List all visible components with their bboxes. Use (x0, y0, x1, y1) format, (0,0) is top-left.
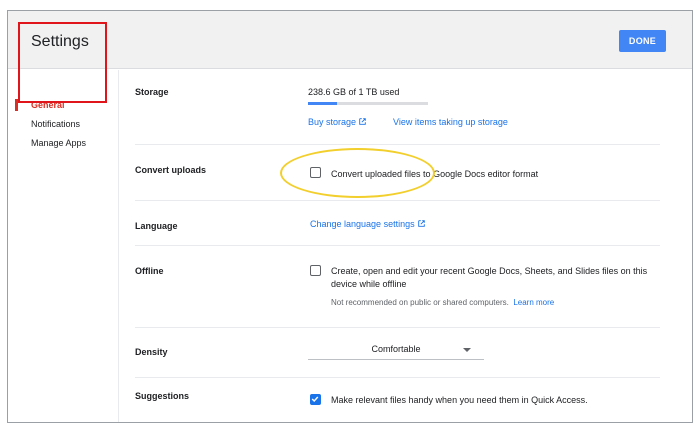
settings-window: Settings DONE General Notifications Mana… (7, 10, 693, 423)
content-divider (118, 70, 119, 422)
offline-checkbox[interactable] (310, 265, 321, 276)
density-label: Density (135, 347, 168, 357)
view-storage-link[interactable]: View items taking up storage (393, 117, 508, 127)
learn-more-link[interactable]: Learn more (513, 298, 554, 307)
done-button[interactable]: DONE (619, 30, 666, 52)
offline-text-line2: device while offline (331, 279, 407, 289)
storage-progress-bar (308, 102, 428, 105)
convert-uploads-label: Convert uploads (135, 165, 207, 175)
check-icon (311, 396, 319, 403)
settings-header: Settings DONE (8, 11, 692, 69)
storage-label: Storage (135, 87, 169, 97)
open-in-new-icon (359, 118, 366, 125)
suggestions-row: Suggestions Make relevant files handy wh… (135, 378, 660, 422)
sidebar-item-manage-apps[interactable]: Manage Apps (31, 138, 86, 148)
scrollbar[interactable] (684, 71, 692, 421)
offline-note: Not recommended on public or shared comp… (331, 292, 554, 310)
suggestions-text: Make relevant files handy when you need … (331, 395, 588, 405)
density-selected-value: Comfortable (371, 344, 421, 354)
suggestions-label: Suggestions (135, 391, 190, 401)
language-row: Language Change language settings (135, 201, 660, 246)
offline-row: Offline Create, open and edit your recen… (135, 246, 660, 328)
density-select[interactable]: Comfortable (308, 340, 484, 360)
storage-row: Storage 238.6 GB of 1 TB used Buy storag… (135, 70, 660, 145)
suggestions-checkbox[interactable] (310, 394, 321, 405)
red-highlight-box (18, 22, 107, 103)
storage-progress-fill (308, 102, 337, 105)
sidebar-item-notifications[interactable]: Notifications (31, 119, 80, 129)
yellow-highlight-ellipse (280, 148, 435, 198)
buy-storage-link[interactable]: Buy storage (308, 117, 366, 127)
open-in-new-icon (417, 220, 425, 227)
offline-text-line1: Create, open and edit your recent Google… (331, 266, 648, 276)
sidebar: General Notifications Manage Apps (8, 70, 118, 422)
change-language-link[interactable]: Change language settings (310, 219, 425, 229)
buy-storage-label: Buy storage (308, 117, 357, 127)
density-row: Density Comfortable (135, 328, 660, 378)
storage-usage-text: 238.6 GB of 1 TB used (308, 87, 400, 97)
change-language-label: Change language settings (310, 219, 415, 229)
language-label: Language (135, 221, 178, 231)
offline-label: Offline (135, 266, 164, 276)
offline-note-text: Not recommended on public or shared comp… (331, 298, 509, 307)
chevron-down-icon (463, 348, 471, 352)
